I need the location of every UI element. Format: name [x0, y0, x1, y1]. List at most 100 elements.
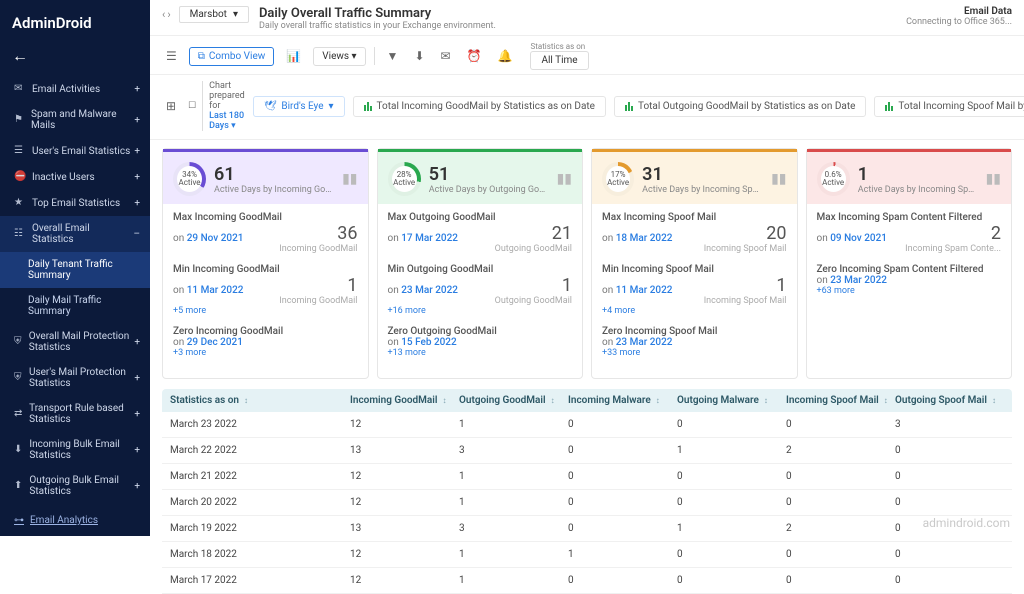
card-1[interactable]: 34%Active61Active Days by Incoming Goo..…	[162, 148, 369, 379]
card-stat: Max Incoming Spam Content Filteredon 09 …	[817, 212, 1002, 254]
sidebar-item-outgoing-bulk[interactable]: ⬆Outgoing Bulk Email Statistics+	[0, 468, 150, 504]
shield-icon: ⛨	[14, 336, 23, 348]
card-stat: Min Incoming GoodMailon 11 Mar 20221Inco…	[173, 264, 358, 316]
page-title: Daily Overall Traffic Summary	[259, 6, 896, 21]
combo-icon: ⧉	[198, 51, 205, 62]
chart-tabs: ⊞ ☐ Chart prepared forLast 180 Days ▾ 🕊B…	[150, 75, 1024, 140]
sidebar: AdminDroid ← ✉Email Activities+ ⚑Spam an…	[0, 0, 150, 536]
chart-icon[interactable]: ▮▮	[986, 171, 1001, 187]
tab-incoming-goodmail[interactable]: Total Incoming GoodMail by Statistics as…	[353, 96, 606, 117]
plus-icon: +	[134, 337, 140, 348]
trophy-icon: ★	[14, 197, 26, 209]
sidebar-item-user-mail-protection[interactable]: ⛨User's Mail Protection Statistics+	[0, 360, 150, 396]
more-link[interactable]: +3 more	[173, 348, 358, 358]
sidebar-item-overall-email-stats[interactable]: ☷Overall Email Statistics–	[0, 216, 150, 252]
card-2[interactable]: 28%Active51Active Days by Outgoing Goo..…	[377, 148, 584, 379]
chart-icon[interactable]: ▮▮	[342, 171, 357, 187]
plus-icon: +	[134, 481, 140, 492]
sidebar-subitem-daily-mail-traffic[interactable]: Daily Mail Traffic Summary	[0, 288, 150, 324]
user-icon: ☰	[14, 145, 26, 157]
column-header[interactable]: Outgoing Malware	[677, 395, 786, 406]
more-link[interactable]: +13 more	[388, 348, 573, 358]
checkbox-icon[interactable]: ☐	[188, 101, 196, 111]
table-row[interactable]: March 20 20221210000	[162, 490, 1012, 516]
toolbar: ☰ ⧉Combo View 📊 Views ▾ ▼ ⬇ ✉ ⏰ 🔔 Statis…	[150, 36, 1024, 75]
column-header[interactable]: Statistics as on	[170, 395, 350, 406]
outbox-icon: ⬆	[14, 480, 23, 492]
schedule-button[interactable]: ⏰	[463, 47, 486, 65]
table-row[interactable]: March 17 20221210000	[162, 568, 1012, 594]
column-header[interactable]: Outgoing Spoof Mail	[895, 395, 1004, 406]
more-link[interactable]: +4 more	[602, 306, 787, 316]
more-link[interactable]: +16 more	[388, 306, 573, 316]
sidebar-item-user-email-stats[interactable]: ☰User's Email Statistics+	[0, 138, 150, 164]
sidebar-subitem-daily-tenant-traffic[interactable]: Daily Tenant Traffic Summary	[0, 252, 150, 288]
card-stat: Min Outgoing GoodMailon 23 Mar 20221Outg…	[388, 264, 573, 316]
stats-icon: ☷	[14, 228, 26, 240]
tab-incoming-spoof[interactable]: Total Incoming Spoof Mail by Statistics …	[874, 96, 1024, 117]
tenant-dropdown[interactable]: Marsbot▾	[179, 6, 249, 23]
column-header[interactable]: Incoming GoodMail	[350, 395, 459, 406]
card-stat: Zero Incoming Spam Content Filteredon 23…	[817, 264, 1002, 296]
card-4[interactable]: 0.6%Active1Active Days by Incoming Spa..…	[806, 148, 1013, 379]
sidebar-item-transport-rule[interactable]: ⇄Transport Rule based Statistics+	[0, 396, 150, 432]
sidebar-item-overall-mail-protection[interactable]: ⛨Overall Mail Protection Statistics+	[0, 324, 150, 360]
sidebar-item-incoming-bulk[interactable]: ⬇Incoming Bulk Email Statistics+	[0, 432, 150, 468]
mail-icon: ✉	[14, 83, 26, 95]
tab-birds-eye[interactable]: 🕊Bird's Eye ▾	[253, 96, 345, 117]
main: ‹› Marsbot▾ Daily Overall Traffic Summar…	[150, 0, 1024, 536]
progress-ring: 34%Active	[173, 162, 206, 196]
combo-view-button[interactable]: ⧉Combo View	[189, 47, 275, 66]
plus-icon: +	[134, 445, 140, 456]
inbox-icon: ⬇	[14, 444, 23, 456]
progress-ring: 17%Active	[602, 162, 634, 196]
page-subtitle: Daily overall traffic statistics in your…	[259, 21, 896, 31]
prev-icon[interactable]: ‹	[162, 8, 165, 21]
chart-view-button[interactable]: 📊	[282, 47, 305, 65]
views-dropdown[interactable]: Views ▾	[313, 47, 365, 66]
sidebar-item-spam-malware[interactable]: ⚑Spam and Malware Mails+	[0, 102, 150, 138]
filter-button[interactable]: ▼	[383, 47, 403, 65]
sidebar-item-email-activities[interactable]: ✉Email Activities+	[0, 76, 150, 102]
tab-outgoing-goodmail[interactable]: Total Outgoing GoodMail by Statistics as…	[614, 96, 866, 117]
column-header[interactable]: Outgoing GoodMail	[459, 395, 568, 406]
chart-grid-icon[interactable]: ⊞	[162, 97, 180, 115]
more-link[interactable]: +63 more	[817, 286, 1002, 296]
column-header[interactable]: Incoming Spoof Mail	[786, 395, 895, 406]
plus-icon: +	[134, 84, 140, 95]
link-icon: ⊶	[14, 515, 24, 526]
minus-icon: –	[133, 229, 140, 240]
bird-icon: 🕊	[264, 101, 277, 112]
table-row[interactable]: March 22 20221330120	[162, 438, 1012, 464]
chart-prepared-for[interactable]: ☐ Chart prepared forLast 180 Days ▾	[188, 81, 245, 131]
more-link[interactable]: +5 more	[173, 306, 358, 316]
sidebar-item-inactive-users[interactable]: ⛔Inactive Users+	[0, 164, 150, 190]
stats-as-on-dropdown[interactable]: All Time	[530, 51, 588, 70]
mail-button[interactable]: ✉	[437, 47, 455, 65]
list-view-button[interactable]: ☰	[162, 47, 181, 65]
card-stat: Max Outgoing GoodMailon 17 Mar 202221Out…	[388, 212, 573, 254]
table-row[interactable]: March 21 20221210000	[162, 464, 1012, 490]
column-header[interactable]: Incoming Malware	[568, 395, 677, 406]
brand-logo: AdminDroid	[0, 8, 150, 46]
topbar: ‹› Marsbot▾ Daily Overall Traffic Summar…	[150, 0, 1024, 36]
plus-icon: +	[134, 172, 140, 183]
alert-button[interactable]: 🔔	[494, 47, 517, 65]
data-table: Statistics as onIncoming GoodMailOutgoin…	[150, 383, 1024, 594]
table-row[interactable]: March 23 20221210003	[162, 412, 1012, 438]
chart-icon[interactable]: ▮▮	[557, 171, 572, 187]
more-link[interactable]: +33 more	[602, 348, 787, 358]
card-3[interactable]: 17%Active31Active Days by Incoming Spoo.…	[591, 148, 798, 379]
history-nav[interactable]: ‹›	[162, 8, 171, 21]
bars-icon	[885, 102, 893, 111]
plus-icon: +	[134, 373, 140, 384]
download-button[interactable]: ⬇	[410, 47, 428, 65]
email-analytics-link[interactable]: ⊶Email Analytics	[0, 505, 150, 536]
bars-icon	[364, 102, 372, 111]
sidebar-item-top-email-stats[interactable]: ★Top Email Statistics+	[0, 190, 150, 216]
table-row[interactable]: March 18 20221211000	[162, 542, 1012, 568]
table-row[interactable]: March 19 20221330120	[162, 516, 1012, 542]
chart-icon[interactable]: ▮▮	[771, 171, 786, 187]
next-icon[interactable]: ›	[167, 8, 170, 21]
back-button[interactable]: ←	[0, 46, 150, 76]
